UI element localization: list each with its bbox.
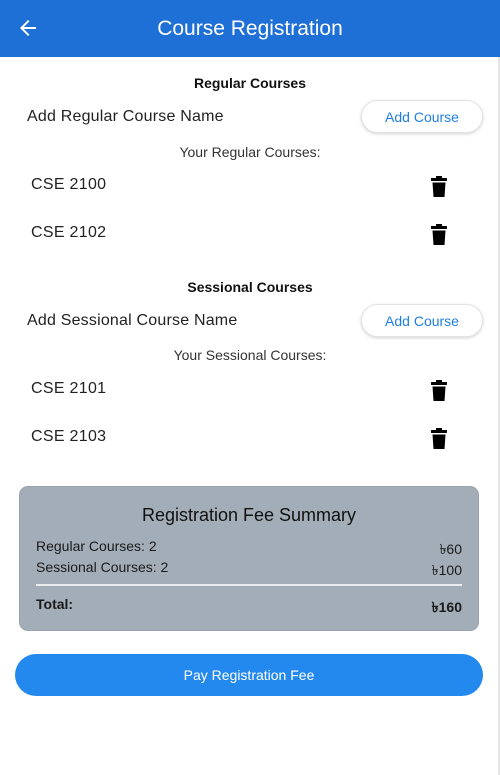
app-bar: Course Registration (0, 0, 500, 57)
fee-summary-card: Registration Fee Summary Regular Courses… (19, 486, 479, 631)
add-sessional-course-field[interactable]: Add Sessional Course Name (27, 312, 237, 330)
sessional-count-label: Sessional Courses: 2 (36, 559, 169, 575)
course-code: CSE 2102 (31, 224, 107, 241)
delete-icon[interactable] (429, 428, 449, 450)
summary-title: Registration Fee Summary (141, 505, 357, 525)
total-fee-value: ৳160 (431, 599, 462, 615)
course-code: CSE 2103 (31, 428, 107, 445)
delete-icon[interactable] (429, 224, 449, 246)
list-item: CSE 2103 (0, 415, 500, 463)
pay-registration-fee-button[interactable]: Pay Registration Fee (15, 654, 483, 696)
sessional-fee-value: ৳100 (431, 562, 462, 578)
add-sessional-course-button[interactable]: Add Course (361, 304, 483, 337)
course-code: CSE 2100 (31, 176, 107, 193)
divider (36, 584, 462, 586)
add-regular-course-field[interactable]: Add Regular Course Name (27, 108, 224, 126)
back-arrow-icon[interactable] (16, 16, 40, 40)
page-title: Course Registration (157, 16, 343, 40)
regular-section-title: Regular Courses (193, 75, 307, 91)
sessional-section-title: Sessional Courses (187, 279, 313, 295)
delete-icon[interactable] (429, 380, 449, 402)
total-label: Total: (36, 596, 74, 612)
total-fee-row: Total: ৳160 (36, 596, 462, 620)
regular-list-title: Your Regular Courses: (179, 144, 321, 160)
list-item: CSE 2100 (0, 163, 500, 211)
sessional-fee-row: Sessional Courses: 2 ৳100 (36, 559, 462, 583)
list-item: CSE 2101 (0, 367, 500, 415)
delete-icon[interactable] (429, 176, 449, 198)
course-code: CSE 2101 (31, 380, 107, 397)
add-regular-course-button[interactable]: Add Course (361, 100, 483, 133)
sessional-list-title: Your Sessional Courses: (173, 347, 327, 363)
list-item: CSE 2102 (0, 211, 500, 259)
